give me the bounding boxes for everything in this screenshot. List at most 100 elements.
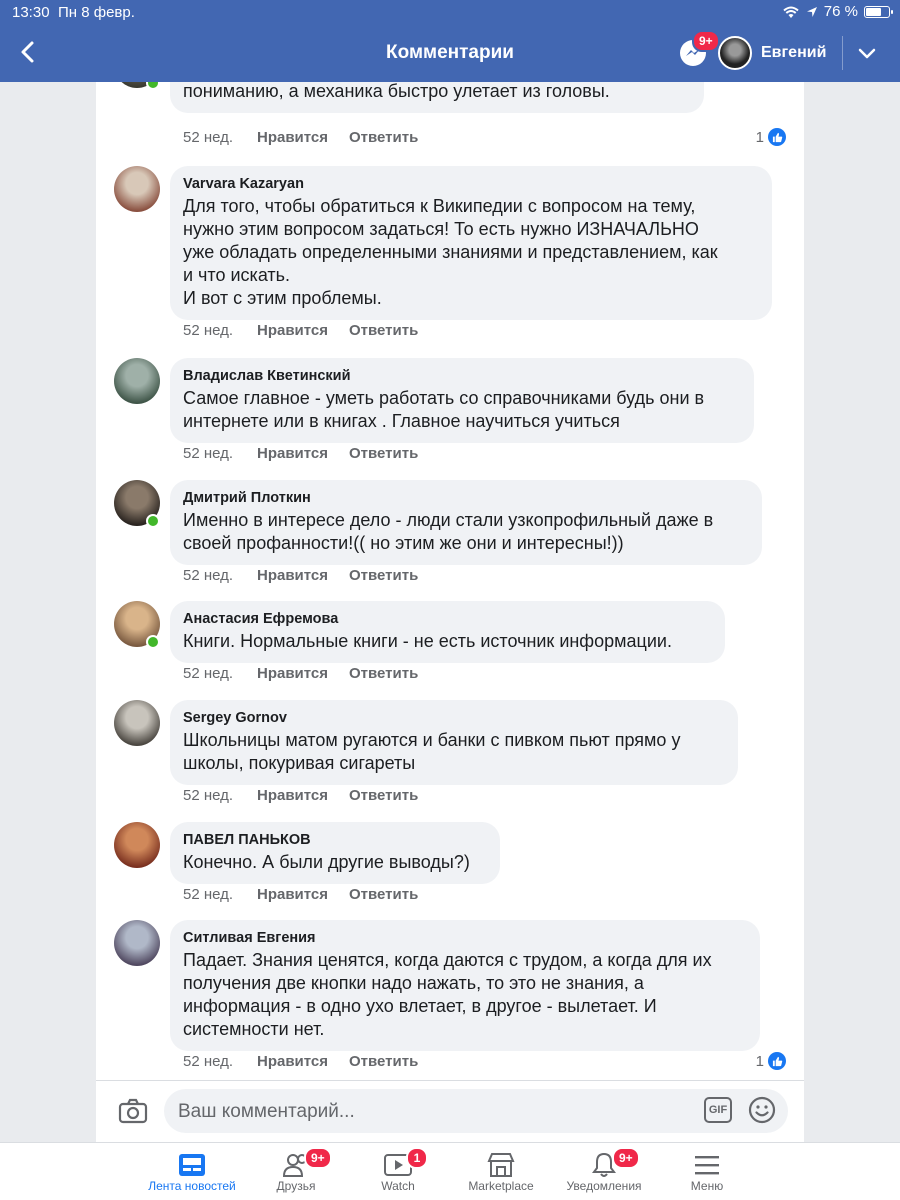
online-indicator <box>146 82 160 90</box>
friends-badge: 9+ <box>304 1147 332 1169</box>
reaction-number: 1 <box>755 1052 764 1070</box>
tab-notifications[interactable]: 9+ Уведомления <box>544 1143 664 1200</box>
watch-badge: 1 <box>406 1147 428 1169</box>
like-button[interactable]: Нравится <box>257 322 349 339</box>
commenter-name[interactable]: Varvara Kazaryan <box>183 176 758 192</box>
comment-bubble: Дмитрий Плоткин Именно в интересе дело -… <box>170 480 762 565</box>
like-button[interactable]: Нравится <box>257 886 349 903</box>
comment-actions: 52 нед. Нравится Ответить <box>183 567 418 584</box>
like-button[interactable]: Нравится <box>257 445 349 462</box>
tab-label: Уведомления <box>566 1179 642 1193</box>
commenter-avatar[interactable] <box>114 920 160 966</box>
like-button[interactable]: Нравится <box>257 129 349 146</box>
commenter-name[interactable]: Дмитрий Плоткин <box>183 490 748 506</box>
like-reaction-icon <box>768 1052 786 1070</box>
comment-bubble: Varvara Kazaryan Для того, чтобы обратит… <box>170 166 772 320</box>
camera-icon[interactable] <box>118 1098 148 1124</box>
reply-button[interactable]: Ответить <box>349 665 418 682</box>
comment-placeholder: Ваш комментарий... <box>178 1101 355 1122</box>
comment-input[interactable]: Ваш комментарий... GIF <box>164 1089 788 1133</box>
status-time: 13:30 <box>12 4 50 21</box>
tab-marketplace[interactable]: Marketplace <box>441 1143 561 1200</box>
comment-bubble: Владислав Кветинский Самое главное - уме… <box>170 358 754 443</box>
comment-age[interactable]: 52 нед. <box>183 322 257 339</box>
gif-button[interactable]: GIF <box>704 1097 732 1123</box>
comment-bubble: Анастасия Ефремова Книги. Нормальные кни… <box>170 601 725 663</box>
comment-actions: 52 нед. Нравится Ответить <box>183 665 418 682</box>
comment-actions: 52 нед. Нравится Ответить <box>183 129 418 146</box>
reply-button[interactable]: Ответить <box>349 787 418 804</box>
emoji-icon[interactable] <box>748 1096 776 1124</box>
comment-age[interactable]: 52 нед. <box>183 567 257 584</box>
reaction-count[interactable]: 1 <box>756 128 786 146</box>
reply-button[interactable]: Ответить <box>349 886 418 903</box>
commenter-name[interactable]: ПАВЕЛ ПАНЬКОВ <box>183 832 486 848</box>
like-button[interactable]: Нравится <box>257 787 349 804</box>
comment-actions: 52 нед. Нравится Ответить <box>183 445 418 462</box>
battery-icon <box>864 5 893 18</box>
reply-button[interactable]: Ответить <box>349 1053 418 1070</box>
wifi-icon <box>783 6 799 18</box>
online-indicator <box>146 514 160 528</box>
location-icon <box>806 6 817 17</box>
menu-icon <box>695 1156 719 1175</box>
comment-age[interactable]: 52 нед. <box>183 445 257 462</box>
like-button[interactable]: Нравится <box>257 567 349 584</box>
news-feed-icon <box>179 1154 205 1176</box>
commenter-name[interactable]: Анастасия Ефремова <box>183 611 711 627</box>
commenter-avatar[interactable] <box>114 166 160 212</box>
reply-button[interactable]: Ответить <box>349 567 418 584</box>
comment-text: Именно в интересе дело - люди стали узко… <box>183 510 714 553</box>
reply-button[interactable]: Ответить <box>349 129 418 146</box>
comment-text: Пропадает логика процесса познания, что … <box>183 82 610 101</box>
status-date: Пн 8 февр. <box>58 4 135 21</box>
reply-button[interactable]: Ответить <box>349 445 418 462</box>
marketplace-icon <box>487 1153 515 1177</box>
comment-bubble: Sergey Gornov Школьницы матом ругаются и… <box>170 700 738 785</box>
like-reaction-icon <box>768 128 786 146</box>
comment-age[interactable]: 52 нед. <box>183 665 257 682</box>
tab-menu[interactable]: Меню <box>647 1143 767 1200</box>
reaction-count[interactable]: 1 <box>756 1052 786 1070</box>
commenter-name[interactable]: Владислав Кветинский <box>183 368 740 384</box>
commenter-avatar[interactable] <box>114 358 160 404</box>
battery-fill <box>866 7 881 16</box>
nav-divider <box>842 36 843 70</box>
comment-text: Падает. Знания ценятся, когда даются с т… <box>183 950 712 1039</box>
like-button[interactable]: Нравится <box>257 665 349 682</box>
commenter-avatar[interactable] <box>114 700 160 746</box>
comment-age[interactable]: 52 нед. <box>183 1053 257 1070</box>
tab-bar: Лента новостей 9+ Друзья 1 Watch Marketp… <box>0 1142 900 1200</box>
comment-age[interactable]: 52 нед. <box>183 129 257 146</box>
tab-watch[interactable]: 1 Watch <box>338 1143 458 1200</box>
comment-bubble: ПАВЕЛ ПАНЬКОВ Конечно. А были другие выв… <box>170 822 500 884</box>
comments-list: Пропадает логика процесса познания, что … <box>96 82 804 1080</box>
commenter-name[interactable]: Ситливая Евгения <box>183 930 746 946</box>
comment-actions: 52 нед. Нравится Ответить <box>183 1053 418 1070</box>
comment-age[interactable]: 52 нед. <box>183 787 257 804</box>
battery-percent: 76 % <box>823 3 858 20</box>
comment-text: Самое главное - уметь работать со справо… <box>183 388 705 431</box>
commenter-name[interactable]: Sergey Gornov <box>183 710 724 726</box>
comment-text: Для того, чтобы обратиться к Википедии с… <box>183 196 718 308</box>
user-name[interactable]: Евгений <box>761 44 826 62</box>
commenter-avatar[interactable] <box>114 822 160 868</box>
status-right: 76 % <box>782 3 893 20</box>
reply-button[interactable]: Ответить <box>349 322 418 339</box>
reaction-number: 1 <box>755 128 764 146</box>
comment-text: Конечно. А были другие выводы?) <box>183 852 470 872</box>
tab-label: Меню <box>690 1179 724 1193</box>
comment-age[interactable]: 52 нед. <box>183 886 257 903</box>
comment-actions: 52 нед. Нравится Ответить <box>183 322 418 339</box>
comment-bubble: Ситливая Евгения Падает. Знания ценятся,… <box>170 920 760 1051</box>
chevron-down-icon[interactable] <box>857 44 877 64</box>
comment-text: Школьницы матом ругаются и банки с пивко… <box>183 730 681 773</box>
like-button[interactable]: Нравится <box>257 1053 349 1070</box>
user-avatar[interactable] <box>718 36 752 70</box>
comment-bubble: Пропадает логика процесса познания, что … <box>170 82 704 113</box>
comment-actions: 52 нед. Нравится Ответить <box>183 886 418 903</box>
comment-actions: 52 нед. Нравится Ответить <box>183 787 418 804</box>
comment-text: Книги. Нормальные книги - не есть источн… <box>183 631 672 651</box>
tab-news-feed[interactable]: Лента новостей <box>132 1143 252 1200</box>
comment-composer: Ваш комментарий... GIF <box>96 1080 804 1142</box>
